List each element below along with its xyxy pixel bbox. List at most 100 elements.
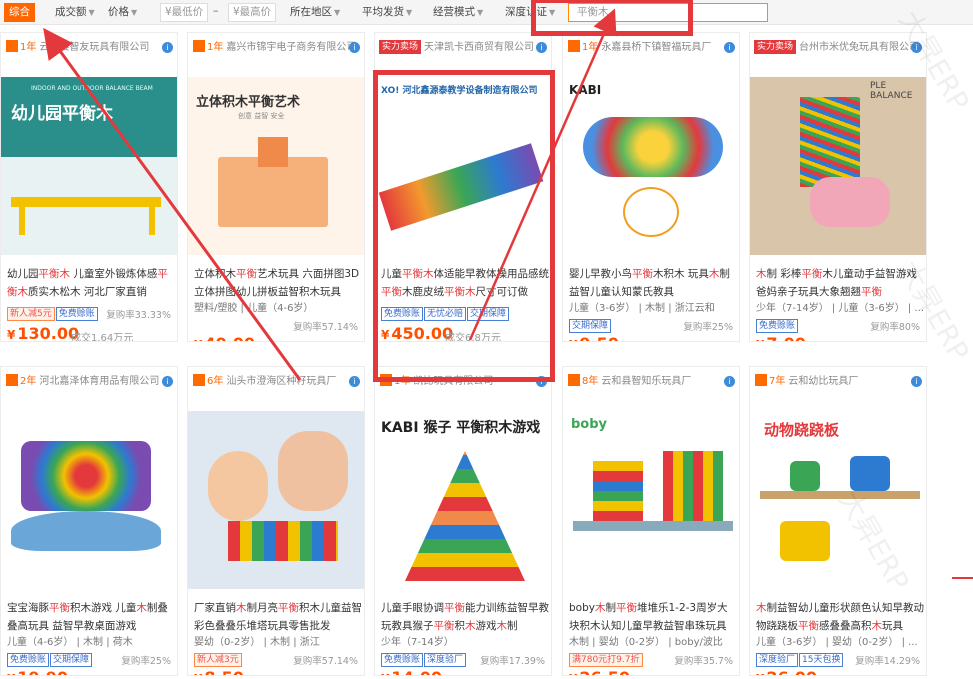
- image-banner: boby: [571, 417, 608, 432]
- shop-name[interactable]: 云和幼比玩具厂: [788, 376, 858, 387]
- sort-price-label: 价格: [108, 6, 129, 18]
- product-card[interactable]: 2年 河北嘉泽体育用品有限公司 i 宝宝海豚平衡积木游戏 儿童木制叠叠高玩具 益智早教…: [0, 366, 178, 676]
- info-icon[interactable]: i: [724, 42, 735, 53]
- shop-years: 1年: [20, 42, 37, 53]
- min-price-input[interactable]: ¥最低价: [160, 3, 208, 22]
- sort-sales-button[interactable]: 成交额 ▼: [50, 3, 100, 22]
- shop-bar[interactable]: 实力卖场 天津凯卡西商贸有限公司 i: [375, 33, 551, 63]
- product-card[interactable]: 1年 凯比玩具有限公司 i KABI 猴子 平衡积木游戏 儿童手眼协调平衡能力训练益智早…: [374, 366, 552, 676]
- title-text: 积: [454, 620, 466, 632]
- sales-volume: 成交988元: [820, 339, 869, 341]
- repurchase-rate: 复购率25%: [683, 322, 733, 333]
- product-title[interactable]: 木制益智幼儿童形状颜色认知早教动物跷跷板平衡感叠叠高积木玩具: [756, 599, 924, 635]
- product-attributes: 儿童（3-6岁） | 婴幼（0-2岁） | ...: [756, 637, 918, 648]
- shop-bar[interactable]: 1年 嘉兴市锦宇电子商务有限公司 i: [188, 33, 364, 63]
- currency-symbol: ¥: [7, 672, 15, 675]
- image-banner: 立体积木平衡艺术: [196, 95, 301, 110]
- product-image[interactable]: 幼儿园平衡木 INDOOR AND OUTDOOR BALANCE BEAM: [1, 77, 177, 255]
- info-icon[interactable]: i: [162, 42, 173, 53]
- sort-price-button[interactable]: 价格 ▼: [103, 3, 142, 22]
- keyword-highlight: 木: [756, 602, 767, 614]
- shop-bar[interactable]: 8年 云和县智知乐玩具厂 i: [563, 367, 739, 397]
- shop-name[interactable]: 汕头市澄海区种籽玩具厂: [226, 376, 336, 387]
- image-banner: KABI 猴子 平衡积木游戏: [381, 420, 541, 436]
- info-icon[interactable]: i: [911, 376, 922, 387]
- info-icon[interactable]: i: [162, 376, 173, 387]
- service-tags: 交期保障: [569, 318, 612, 333]
- repurchase-rate: 复购率57.14%: [293, 322, 358, 333]
- shop-years: 6年: [207, 376, 224, 387]
- product-card[interactable]: 8年 云和县智知乐玩具厂 i boby boby木制平衡堆堆乐1-2-3周岁大块积木认知…: [562, 366, 740, 676]
- product-title[interactable]: 婴儿早教小鸟平衡木积木 玩具木制益智儿童认知蒙氏教具: [569, 265, 737, 301]
- product-card[interactable]: 1年 永嘉县桥下镇智福玩具厂 i KABI 婴儿早教小鸟平衡木积木 玩具木制益智儿童认知…: [562, 32, 740, 342]
- info-icon[interactable]: i: [536, 42, 547, 53]
- shop-name[interactable]: 台州市米优兔玩具有限公司: [799, 42, 919, 53]
- info-icon[interactable]: i: [349, 42, 360, 53]
- sort-default-button[interactable]: 综合: [4, 3, 35, 22]
- price-range-dash: –: [213, 4, 219, 17]
- shop-bar[interactable]: 1年 云和县智友玩具有限公司 i: [1, 33, 177, 63]
- shop-bar[interactable]: 2年 河北嘉泽体育用品有限公司 i: [1, 367, 177, 397]
- shop-name[interactable]: 天津凯卡西商贸有限公司: [424, 42, 534, 53]
- shop-name[interactable]: 云和县智知乐玩具厂: [601, 376, 691, 387]
- product-image[interactable]: [188, 411, 364, 589]
- shop-name[interactable]: 云和县智友玩具有限公司: [39, 42, 149, 53]
- price: ¥7.00: [756, 334, 806, 341]
- max-price-input[interactable]: ¥最高价: [228, 3, 276, 22]
- image-subbanner: INDOOR AND OUTDOOR BALANCE BEAM: [31, 85, 153, 92]
- product-image[interactable]: [1, 411, 177, 589]
- sales-volume: 成交2500元: [445, 673, 500, 675]
- delivery-dropdown[interactable]: 平均发货 ▼: [357, 3, 417, 22]
- product-card[interactable]: 实力卖场 台州市米优兔玩具有限公司 i PLE BALANCE 木制 彩棒平衡木儿童动手…: [749, 32, 927, 342]
- keyword-highlight: 平衡: [49, 602, 70, 614]
- product-title[interactable]: 宝宝海豚平衡积木游戏 儿童木制叠叠高玩具 益智早教桌面游戏: [7, 599, 175, 635]
- shop-name[interactable]: 河北嘉泽体育用品有限公司: [39, 376, 159, 387]
- business-mode-dropdown[interactable]: 经营模式 ▼: [428, 3, 488, 22]
- shop-bar[interactable]: 1年 永嘉县桥下镇智福玩具厂 i: [563, 33, 739, 63]
- product-image[interactable]: KABI: [563, 77, 739, 255]
- image-banner: PLE BALANCE: [870, 81, 913, 101]
- price: ¥14.00: [381, 668, 442, 675]
- keyword-highlight: 木: [136, 602, 147, 614]
- sort-arrow-icon: ▼: [88, 8, 95, 17]
- image-banner: 动物跷跷板: [764, 421, 840, 439]
- product-card[interactable]: 6年 汕头市澄海区种籽玩具厂 i 厂家直销木制月亮平衡积木儿童益智彩色叠叠乐堆塔玩具零…: [187, 366, 365, 676]
- shop-years-icon: [568, 374, 580, 386]
- location-dropdown[interactable]: 所在地区 ▼: [285, 3, 345, 22]
- title-text: 厂家直销: [194, 602, 236, 614]
- keyword-highlight: 木: [594, 602, 606, 614]
- shop-years-icon: [6, 40, 18, 52]
- shop-years: 1年: [207, 42, 224, 53]
- image-subbanner: 创意 益智 安全: [238, 112, 285, 120]
- delivery-label: 平均发货: [362, 6, 404, 18]
- product-title[interactable]: 幼儿园平衡木 儿童室外锻炼体感平衡木质实木松木 河北厂家直销: [7, 265, 175, 301]
- shop-name[interactable]: 嘉兴市锦宇电子商务有限公司: [226, 42, 356, 53]
- highlight-box-search: [531, 0, 693, 36]
- product-image[interactable]: 立体积木平衡艺术创意 益智 安全: [188, 77, 364, 255]
- product-card[interactable]: 1年 云和县智友玩具有限公司 i 幼儿园平衡木 INDOOR AND OUTDOOR B…: [0, 32, 178, 342]
- product-title[interactable]: boby木制平衡堆堆乐1-2-3周岁大块积木认知儿童早教益智串珠玩具: [569, 599, 737, 635]
- info-icon[interactable]: i: [724, 376, 735, 387]
- price-value: 7.00: [766, 334, 805, 341]
- service-tag: 交期保障: [50, 653, 93, 667]
- shop-name[interactable]: 永嘉县桥下镇智福玩具厂: [601, 42, 711, 53]
- product-title[interactable]: 立体积木平衡艺术玩具 六面拼图3D立体拼图幼儿拼板益智积木玩具: [194, 265, 362, 301]
- service-tags: 免费赊账: [756, 318, 799, 333]
- image-banner: 幼儿园平衡木: [11, 104, 113, 124]
- shop-bar[interactable]: 6年 汕头市澄海区种籽玩具厂 i: [188, 367, 364, 397]
- product-title[interactable]: 厂家直销木制月亮平衡积木儿童益智彩色叠叠乐堆塔玩具零售批发: [194, 599, 362, 635]
- shop-years-icon: [755, 374, 767, 386]
- shop-bar[interactable]: 7年 云和幼比玩具厂 i: [750, 367, 926, 397]
- service-tag: 15天包换: [799, 653, 844, 667]
- product-image[interactable]: boby: [563, 411, 739, 589]
- product-title[interactable]: 儿童手眼协调平衡能力训练益智早教玩教具猴子平衡积木游戏木制: [381, 599, 549, 635]
- info-icon[interactable]: i: [349, 376, 360, 387]
- price: ¥26.50: [569, 668, 630, 675]
- product-image[interactable]: PLE BALANCE: [750, 77, 926, 255]
- product-attributes: 少年（7-14岁） | 儿童（3-6岁） | ...: [756, 303, 925, 314]
- title-text: 儿童室外锻炼体感: [70, 268, 158, 280]
- product-card[interactable]: 1年 嘉兴市锦宇电子商务有限公司 i 立体积木平衡艺术 创意 益智 安全 立体积木平衡艺术…: [187, 32, 365, 342]
- product-card[interactable]: 7年 云和幼比玩具厂 i 动物跷跷板 木制益智幼儿童形状颜色认知早教动物跷跷板平衡感叠叠…: [749, 366, 927, 676]
- product-image[interactable]: KABI 猴子 平衡积木游戏: [375, 411, 551, 589]
- chevron-down-icon: ▼: [334, 8, 341, 17]
